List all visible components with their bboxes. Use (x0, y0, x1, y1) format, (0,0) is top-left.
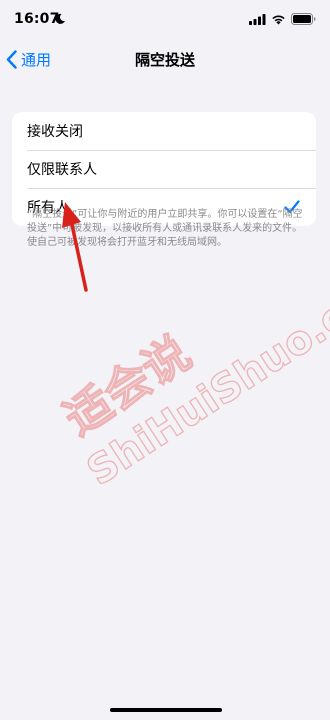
option-label: 接收关闭 (27, 124, 83, 140)
watermark-text-cn: 适会说 (55, 325, 200, 445)
status-icons (249, 13, 316, 25)
option-receiving-off[interactable]: 接收关闭 (12, 112, 316, 150)
home-indicator (110, 708, 222, 712)
annotation-arrow (62, 202, 88, 292)
airdrop-description: “隔空投送”可让你与附近的用户立即共享。你可以设置在“隔空投送”中可被发现，以接… (27, 209, 303, 248)
wifi-icon (272, 15, 285, 24)
navigation-bar: 通用 隔空投送 (0, 40, 330, 78)
moon-icon (55, 13, 65, 24)
option-contacts-only[interactable]: 仅限联系人 (12, 150, 316, 188)
battery-icon (291, 13, 316, 25)
status-time: 16:07 (14, 11, 60, 27)
status-bar: 16:07 (0, 0, 330, 40)
watermark: 适会说 ShiHuiShuo.com (54, 255, 330, 495)
watermark-text-url: ShiHuiShuo.com (79, 256, 330, 495)
cellular-signal-icon (249, 13, 266, 25)
page-title: 隔空投送 (134, 51, 195, 69)
option-label: 仅限联系人 (27, 162, 97, 178)
